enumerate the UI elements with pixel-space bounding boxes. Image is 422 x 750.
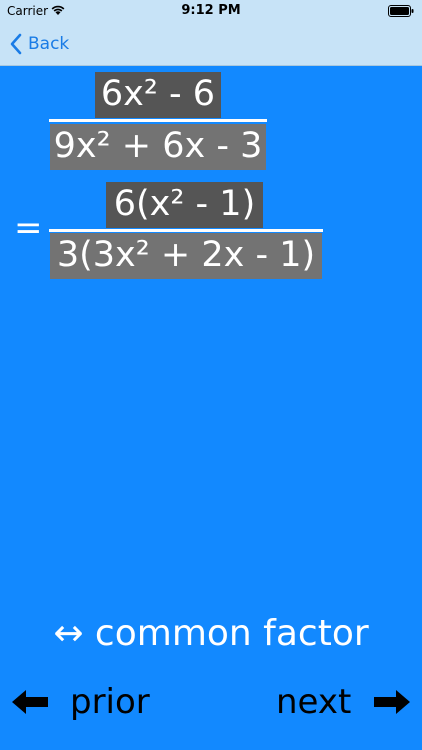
factored-fraction-line [49,229,323,232]
prior-button[interactable]: prior [70,678,150,726]
back-button[interactable]: Back [10,31,69,57]
back-label: Back [28,34,70,54]
equals-sign: = [14,208,43,248]
clock: 9:12 PM [181,3,241,18]
hint-common-factor: ↔ common factor [53,613,369,654]
original-fraction-line [49,119,267,122]
factored-numerator: 6(x² - 1) [106,182,263,228]
battery-icon [388,5,414,17]
next-button[interactable]: next [276,678,351,726]
arrow-left-icon[interactable] [8,680,52,724]
arrow-right-icon[interactable] [370,680,414,724]
original-numerator: 6x² - 6 [95,72,221,118]
status-bar: Carrier 9:12 PM [0,0,422,22]
original-denominator: 9x² + 6x - 3 [50,124,266,170]
navigation-bar: Back [0,22,422,66]
chevron-left-icon [10,33,22,55]
factored-denominator: 3(3x² + 2x - 1) [50,233,322,279]
